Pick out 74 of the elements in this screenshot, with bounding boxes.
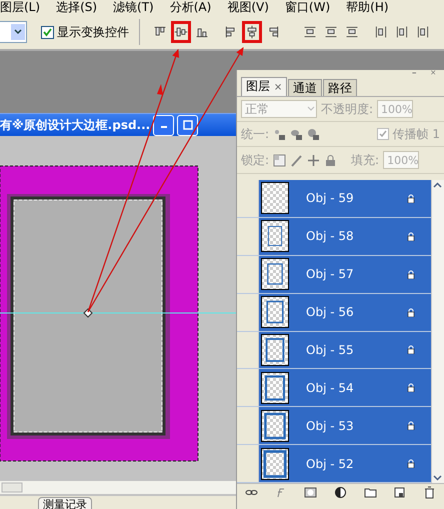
lock-icon (407, 459, 415, 468)
caret-icon (14, 29, 22, 35)
lock-icon (407, 308, 415, 317)
layer-thumbnail (261, 258, 289, 290)
layer-row[interactable]: Obj - 52 (259, 445, 431, 482)
opacity-label: 不透明度: (321, 100, 374, 118)
lock-icon (407, 194, 415, 203)
menu-item[interactable]: 图层(L) (0, 0, 40, 15)
maximize-button[interactable] (177, 114, 198, 136)
layer-row[interactable]: Obj - 53 (259, 407, 431, 444)
mask-icon[interactable] (304, 486, 318, 498)
panel-tab[interactable]: 通道 (288, 79, 322, 96)
document-title: 有※原创设计大边框.psd... (0, 116, 150, 134)
checkbox[interactable] (41, 26, 54, 38)
layer-row[interactable]: Obj - 54 (259, 369, 431, 406)
layer-thumbnail (261, 372, 289, 404)
move-icon[interactable] (307, 154, 320, 166)
layer-name: Obj - 55 (306, 342, 355, 357)
panel-tab[interactable]: 图层 × (241, 77, 288, 96)
brush-icon[interactable] (290, 154, 304, 166)
align-button[interactable] (171, 21, 191, 43)
lock-icon (407, 421, 415, 430)
lock-icon (407, 383, 415, 392)
layer-thumbnail (261, 410, 289, 442)
adjustment-icon[interactable] (334, 486, 347, 498)
layer-thumbnail (261, 448, 289, 480)
layer-thumbnail (261, 296, 289, 328)
layer-thumbnail (261, 220, 289, 252)
checkbox[interactable] (376, 128, 389, 140)
lock-transparency-icon[interactable] (273, 154, 286, 166)
fill-label: 填充: (351, 152, 380, 168)
layer-row[interactable]: Obj - 56 (259, 294, 431, 330)
layer-name: Obj - 58 (306, 229, 355, 244)
menu-item[interactable]: 窗口(W) (284, 0, 330, 15)
layer-name: Obj - 57 (306, 267, 355, 282)
new-layer-icon[interactable] (393, 486, 406, 498)
lock-icon (407, 232, 415, 241)
layer-name: Obj - 52 (306, 456, 355, 471)
menu-item[interactable]: 滤镜(T) (113, 0, 154, 15)
panel-tab[interactable]: 路径 (323, 79, 358, 96)
lock-icon (407, 345, 415, 354)
menu-item[interactable]: 分析(A) (170, 0, 212, 15)
layer-row[interactable]: Obj - 58 (259, 218, 431, 255)
unify-visibility-icon[interactable] (290, 128, 304, 140)
layer-name: Obj - 53 (306, 418, 355, 433)
checkbox-label: 显示变换控件 (57, 24, 129, 40)
lock-icon[interactable] (324, 154, 338, 166)
caret-icon (306, 105, 316, 113)
layer-name: Obj - 56 (306, 305, 355, 320)
align-icon (245, 23, 259, 41)
layer-row[interactable]: Obj - 57 (259, 256, 431, 293)
dropdown-field[interactable] (0, 21, 27, 43)
checkbox-label: 传播帧 1 (392, 126, 440, 142)
maximize-icon (182, 120, 193, 130)
unify-label: 统一: (241, 126, 270, 142)
menu-item[interactable]: 选择(S) (56, 0, 98, 15)
lock-icon (407, 270, 415, 279)
layer-thumbnail (261, 182, 289, 214)
lock-label: 锁定: (241, 152, 270, 168)
trash-icon[interactable] (422, 486, 436, 498)
layer-row[interactable]: Obj - 59 (259, 180, 431, 217)
menu-item[interactable]: 帮助(H) (346, 0, 389, 15)
align-button[interactable] (242, 21, 262, 43)
layer-thumbnail (261, 334, 289, 366)
layer-name: Obj - 54 (306, 380, 355, 395)
unify-position-icon[interactable] (273, 128, 286, 140)
layer-name: Obj - 59 (306, 191, 355, 206)
menu-item[interactable]: 视图(V) (227, 0, 269, 15)
layer-row[interactable]: Obj - 55 (259, 332, 431, 368)
minimize-button[interactable] (153, 114, 174, 136)
unify-style-icon[interactable] (307, 128, 320, 140)
scrollbar[interactable] (0, 481, 236, 494)
scrollbar[interactable] (431, 180, 444, 483)
folder-icon[interactable] (364, 486, 377, 498)
